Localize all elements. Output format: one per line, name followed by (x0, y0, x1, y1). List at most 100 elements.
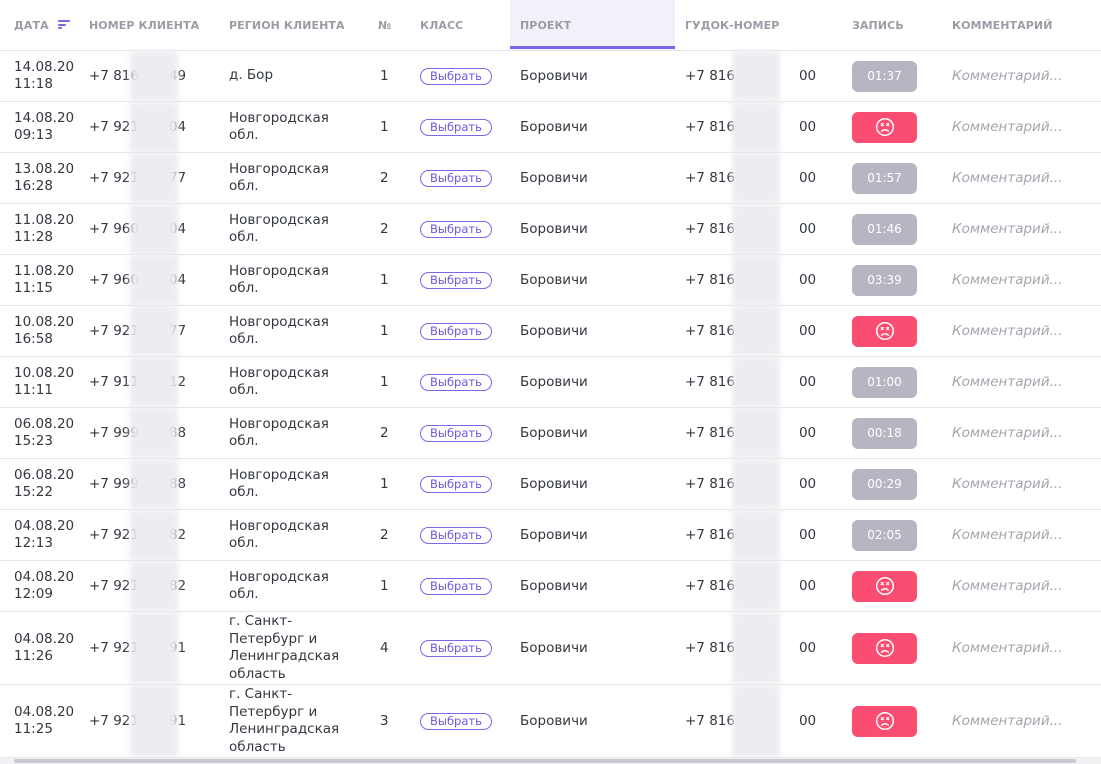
region-line: обл. (229, 433, 259, 449)
choose-class-button[interactable]: Выбрать (420, 526, 492, 544)
column-header-project[interactable]: ПРОЕКТ (520, 0, 571, 50)
table-row[interactable]: 04.08.20 12:13 +7 92182 Новгородская обл… (0, 510, 1101, 561)
play-record-button[interactable]: 01:57 (852, 162, 917, 194)
call-number-cell: 1 (380, 578, 389, 594)
horizontal-scrollbar[interactable] (0, 758, 1101, 764)
choose-class-button[interactable]: Выбрать (420, 475, 492, 493)
column-header-client-region[interactable]: РЕГИОН КЛИЕНТА (229, 0, 345, 50)
choose-class-button[interactable]: Выбрать (420, 118, 492, 136)
table-row[interactable]: 10.08.20 11:11 +7 91112 Новгородская обл… (0, 357, 1101, 408)
comment-cell[interactable]: Комментарий... (952, 408, 1062, 458)
comment-placeholder[interactable]: Комментарий... (952, 272, 1062, 288)
column-header-date[interactable]: ДАТА (14, 0, 70, 50)
play-record-button[interactable]: 01:00 (852, 366, 917, 398)
choose-class-button[interactable]: Выбрать (420, 639, 492, 657)
table-row[interactable]: 04.08.20 12:09 +7 92182 Новгородская обл… (0, 561, 1101, 612)
client-region-cell: Новгородская обл. (229, 459, 349, 509)
table-row[interactable]: 13.08.20 16:28 +7 92177 Новгородская обл… (0, 153, 1101, 204)
comment-placeholder[interactable]: Комментарий... (952, 170, 1062, 186)
comment-placeholder[interactable]: Комментарий... (952, 713, 1062, 729)
missed-call-button[interactable] (852, 632, 917, 664)
gudok-number-prefix: +7 816 (685, 170, 735, 186)
table-row[interactable]: 06.08.20 15:23 +7 99988 Новгородская обл… (0, 408, 1101, 459)
comment-cell[interactable]: Комментарий... (952, 685, 1062, 757)
comment-placeholder[interactable]: Комментарий... (952, 578, 1062, 594)
play-record-button[interactable]: 00:18 (852, 417, 917, 449)
missed-call-button[interactable] (852, 315, 917, 347)
comment-cell[interactable]: Комментарий... (952, 255, 1062, 305)
comment-placeholder[interactable]: Комментарий... (952, 374, 1062, 390)
table-row[interactable]: 04.08.20 11:25 +7 92191 г. Санкт- Петерб… (0, 685, 1101, 758)
table-row[interactable]: 11.08.20 11:15 +7 96004 Новгородская обл… (0, 255, 1101, 306)
comment-placeholder[interactable]: Комментарий... (952, 640, 1062, 656)
comment-cell[interactable]: Комментарий... (952, 612, 1062, 684)
table-row[interactable]: 10.08.20 16:58 +7 92177 Новгородская обл… (0, 306, 1101, 357)
comment-placeholder[interactable]: Комментарий... (952, 323, 1062, 339)
play-record-button[interactable]: 00:29 (852, 468, 917, 500)
choose-class-button[interactable]: Выбрать (420, 424, 492, 442)
comment-cell[interactable]: Комментарий... (952, 306, 1062, 356)
choose-class-button[interactable]: Выбрать (420, 220, 492, 238)
redacted-blur (130, 357, 178, 407)
table-row[interactable]: 06.08.20 15:22 +7 99988 Новгородская обл… (0, 459, 1101, 510)
call-date: 04.08.20 (14, 518, 75, 534)
gudok-number-prefix: +7 816 (685, 640, 735, 656)
missed-call-button[interactable] (852, 111, 917, 143)
table-row[interactable]: 14.08.20 11:18 +7 81649 д. Бор 1 Выбрать (0, 51, 1101, 102)
sort-descending-icon[interactable] (57, 20, 70, 29)
table-row[interactable]: 04.08.20 11:26 +7 92191 г. Санкт- Петерб… (0, 612, 1101, 685)
column-header-gudok-number[interactable]: ГУДОК-НОМЕР (685, 0, 779, 50)
call-time: 09:13 (14, 127, 53, 143)
table-row[interactable]: 14.08.20 09:13 +7 92104 Новгородская обл… (0, 102, 1101, 153)
comment-placeholder[interactable]: Комментарий... (952, 425, 1062, 441)
play-record-button[interactable]: 02:05 (852, 519, 917, 551)
record-cell: 00:29 (852, 459, 917, 509)
comment-cell[interactable]: Комментарий... (952, 51, 1062, 101)
comment-cell[interactable]: Комментарий... (952, 153, 1062, 203)
region-line: область (229, 738, 286, 755)
play-record-button[interactable]: 03:39 (852, 264, 917, 296)
choose-class-button[interactable]: Выбрать (420, 322, 492, 340)
comment-cell[interactable]: Комментарий... (952, 102, 1062, 152)
play-record-button[interactable]: 01:37 (852, 60, 917, 92)
comment-cell[interactable]: Комментарий... (952, 459, 1062, 509)
horizontal-scrollbar-thumb[interactable] (14, 759, 1076, 763)
gudok-number-suffix: 00 (798, 425, 817, 441)
region-line: Новгородская (229, 517, 329, 534)
region-line: Новгородская (229, 262, 329, 279)
sad-face-icon (875, 321, 895, 341)
choose-class-button[interactable]: Выбрать (420, 271, 492, 289)
choose-class-button[interactable]: Выбрать (420, 373, 492, 391)
column-header-client-number[interactable]: НОМЕР КЛИЕНТА (89, 0, 199, 50)
choose-class-button[interactable]: Выбрать (420, 712, 492, 730)
choose-class-button[interactable]: Выбрать (420, 577, 492, 595)
comment-cell[interactable]: Комментарий... (952, 357, 1062, 407)
record-cell (852, 612, 917, 684)
call-date: 04.08.20 (14, 704, 75, 720)
region-line: Новгородская (229, 415, 329, 432)
call-number-cell: 4 (380, 640, 389, 656)
play-record-button[interactable]: 01:46 (852, 213, 917, 245)
region-line: обл. (229, 484, 259, 500)
table-row[interactable]: 11.08.20 11:28 +7 96004 Новгородская обл… (0, 204, 1101, 255)
choose-class-button[interactable]: Выбрать (420, 169, 492, 187)
comment-cell[interactable]: Комментарий... (952, 561, 1062, 611)
column-header-class[interactable]: КЛАСС (420, 0, 463, 50)
missed-call-button[interactable] (852, 570, 917, 602)
choose-class-button[interactable]: Выбрать (420, 67, 492, 85)
region-line: г. Санкт- (229, 613, 293, 629)
comment-cell[interactable]: Комментарий... (952, 510, 1062, 560)
comment-placeholder[interactable]: Комментарий... (952, 68, 1062, 84)
comment-cell[interactable]: Комментарий... (952, 204, 1062, 254)
comment-placeholder[interactable]: Комментарий... (952, 476, 1062, 492)
gudok-number-prefix: +7 816 (685, 374, 735, 390)
column-header-record[interactable]: ЗАПИСЬ (852, 0, 904, 50)
comment-placeholder[interactable]: Комментарий... (952, 527, 1062, 543)
missed-call-button[interactable] (852, 705, 917, 737)
comment-placeholder[interactable]: Комментарий... (952, 221, 1062, 237)
call-time: 15:23 (14, 433, 53, 449)
column-header-comment[interactable]: КОММЕНТАРИЙ (952, 0, 1053, 50)
column-header-num[interactable]: № (378, 0, 391, 50)
record-cell: 00:18 (852, 408, 917, 458)
comment-placeholder[interactable]: Комментарий... (952, 119, 1062, 135)
